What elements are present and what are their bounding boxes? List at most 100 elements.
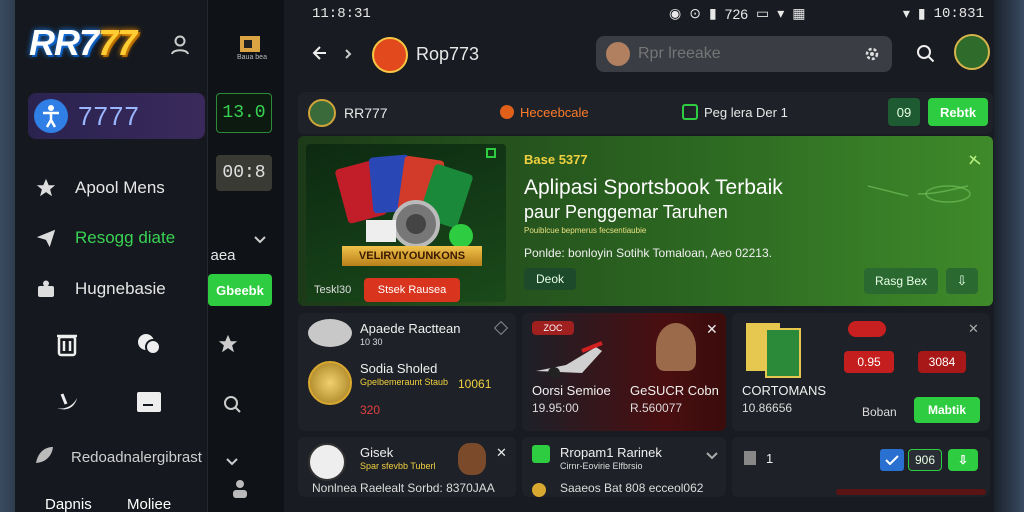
card-title: Rropam1 Rarinek <box>560 445 662 460</box>
card-right-value: R.560077 <box>630 401 683 415</box>
profile-avatar[interactable] <box>954 34 990 70</box>
card-label: CORTOMANS <box>742 383 827 398</box>
card-line: Nonlnea Raelealt Sorbd: 8370JAA <box>312 481 495 495</box>
battery-icon: ▭ <box>756 5 770 21</box>
wifi-icon: ▾ <box>902 5 910 21</box>
battery-icon: ▮ <box>917 5 926 21</box>
side-drawer: RR777 7777 Apool Mens Resogg diate Hugne… <box>15 0 208 512</box>
hero-artwork: VELIRVIYOUNKONS Teskl30 Stsek Rausea <box>306 144 506 302</box>
hero-header: RR777 Heceebcale Peg lera Der 1 09 Rebtk <box>298 92 993 134</box>
user-icon[interactable] <box>228 476 252 500</box>
check-icon[interactable] <box>880 449 904 471</box>
drawer-bottom-right[interactable]: Moliee <box>127 496 171 512</box>
star-icon[interactable] <box>216 332 240 356</box>
hero-subtitle: paur Penggemar Taruhen <box>524 202 728 222</box>
rasg-button[interactable]: Rasg Bex <box>864 268 938 294</box>
download-chip[interactable]: ⇩ <box>948 449 978 471</box>
chevron-down-icon[interactable] <box>250 230 270 250</box>
trash-icon[interactable] <box>53 330 81 358</box>
back-arrow-icon[interactable] <box>310 44 328 67</box>
drawer-item-label: Hugnebasie <box>75 279 166 298</box>
brand-pill-label: 7777 <box>78 100 140 131</box>
drawer-footer-item[interactable]: Redoadnalergibrast <box>15 442 208 472</box>
card-left-label: Oorsi Semioe <box>532 383 611 398</box>
close-icon[interactable]: ✕ <box>968 321 979 337</box>
app-badge-icon <box>532 445 550 463</box>
drawer-item-label: Resogg diate <box>75 228 176 247</box>
stack-button[interactable]: Stsek Rausea <box>364 278 460 302</box>
close-icon[interactable]: ✕ <box>706 321 718 338</box>
search-input[interactable] <box>638 43 848 65</box>
search-icon[interactable] <box>220 392 244 416</box>
card-sub: 10 30 <box>360 337 383 347</box>
card-button[interactable]: Mabtik <box>914 397 980 423</box>
chevron-right-icon[interactable] <box>344 47 352 65</box>
secondary-strip: Baua bea 13.0 00:8 aea Gbeebk <box>208 0 284 512</box>
chevron-down-icon[interactable] <box>222 452 242 472</box>
drawer-item-resogg[interactable]: Resogg diate <box>15 220 208 256</box>
alarm-icon: ◉ <box>669 5 682 21</box>
user-icon[interactable] <box>169 34 191 56</box>
status-bar: 11:8:31 ◉ ⊙ ▮ 726 ▭ ▾ ▦ ▾ ▮ 10:831 <box>284 0 994 28</box>
card-sub: Spar sfevbb Tuberl <box>360 461 436 471</box>
count-badge[interactable]: 09 <box>888 98 920 126</box>
app-logo: RR777 <box>29 22 137 63</box>
drawer-item-hugnebasie[interactable]: Hugnebasie <box>15 271 208 307</box>
game-card[interactable]: 1 906 ⇩ <box>732 437 990 497</box>
drawer-bottom-left[interactable]: Dapnis <box>45 496 92 512</box>
hero-brand: RR777 <box>344 105 388 121</box>
game-card[interactable]: Rropam1 Rarinek Cirnr-Eovirie Elfbrsio S… <box>522 437 726 497</box>
main-panel: 11:8:31 ◉ ⊙ ▮ 726 ▭ ▾ ▦ ▾ ▮ 10:831 Rop77… <box>284 0 994 512</box>
game-card[interactable]: Gisek Spar sfevbb Tuberl ✕ Nonlnea Raele… <box>298 437 516 497</box>
drawer-footer-label: Redoadnalergibrast <box>71 448 202 466</box>
strip-box-grey[interactable]: 00:8 <box>216 155 272 191</box>
cta-button[interactable]: Rebtk <box>928 98 988 126</box>
chevron-down-icon[interactable] <box>706 447 718 465</box>
send-icon <box>35 227 57 249</box>
card-right-label: GeSUCR Cobn <box>630 383 719 398</box>
strip-box-green[interactable]: 13.0 <box>216 93 272 133</box>
diamond-icon[interactable] <box>493 320 509 336</box>
star-icon <box>35 177 57 199</box>
top-bar: Rop773 <box>284 28 994 82</box>
target-icon: ⊙ <box>689 5 701 21</box>
status-time: 11:8:31 <box>312 6 371 22</box>
chat-bubble-icon[interactable] <box>135 330 163 358</box>
odd-chip-2[interactable]: 3084 <box>918 351 966 373</box>
close-icon[interactable]: ✕ <box>496 445 507 461</box>
card-left-value: 19.95:00 <box>532 401 579 415</box>
card-label: Sodia Sholed <box>360 361 438 376</box>
game-card[interactable]: ZOC ✕ Oorsi Semioe 19.95:00 GeSUCR Cobn … <box>522 313 726 431</box>
deok-button[interactable]: Deok <box>524 268 576 290</box>
drawer-item-apool[interactable]: Apool Mens <box>15 170 208 206</box>
frame-corner-icon <box>486 148 496 158</box>
strip-green-button[interactable]: Gbeebk <box>208 274 272 306</box>
moon-icon[interactable] <box>53 388 81 416</box>
card-sub: Cirnr-Eovirie Elfbrsio <box>560 461 643 471</box>
chip-count[interactable]: 906 <box>908 449 942 471</box>
trophy-cards-icon <box>746 323 801 378</box>
odd-chip-1[interactable]: 0.95 <box>844 351 894 373</box>
tickets-label: Teskl30 <box>314 284 352 296</box>
download-button[interactable]: ⇩ <box>946 268 978 294</box>
brand-pill[interactable]: 7777 <box>28 93 205 139</box>
accessibility-icon <box>34 99 68 133</box>
coin-icon <box>532 483 546 497</box>
search-bar[interactable] <box>596 36 892 72</box>
leaf-icon <box>33 444 55 471</box>
player-avatar <box>458 443 486 475</box>
hero-badge: Base 5377 <box>524 152 588 167</box>
message-icon[interactable] <box>135 388 163 416</box>
search-icon[interactable] <box>916 44 936 69</box>
app-title: Rop773 <box>416 44 480 64</box>
game-card[interactable]: Apaede Racttean 10 30 Sodia Sholed Gpelb… <box>298 313 516 431</box>
hero-promo[interactable]: Heceebcale <box>520 105 589 120</box>
fire-icon <box>500 105 514 119</box>
racecar-icon <box>536 341 603 379</box>
game-card[interactable]: ✕ 0.95 3084 CORTOMANS 10.86656 Boban Mab… <box>732 313 990 431</box>
hero-page-label[interactable]: Peg lera Der 1 <box>704 105 788 120</box>
hero-title: Aplipasi Sportsbook Terbaik <box>524 176 783 199</box>
strip-top-item[interactable]: Baua bea <box>232 28 272 64</box>
gear-icon[interactable] <box>864 46 880 67</box>
app-icon[interactable] <box>372 37 408 73</box>
